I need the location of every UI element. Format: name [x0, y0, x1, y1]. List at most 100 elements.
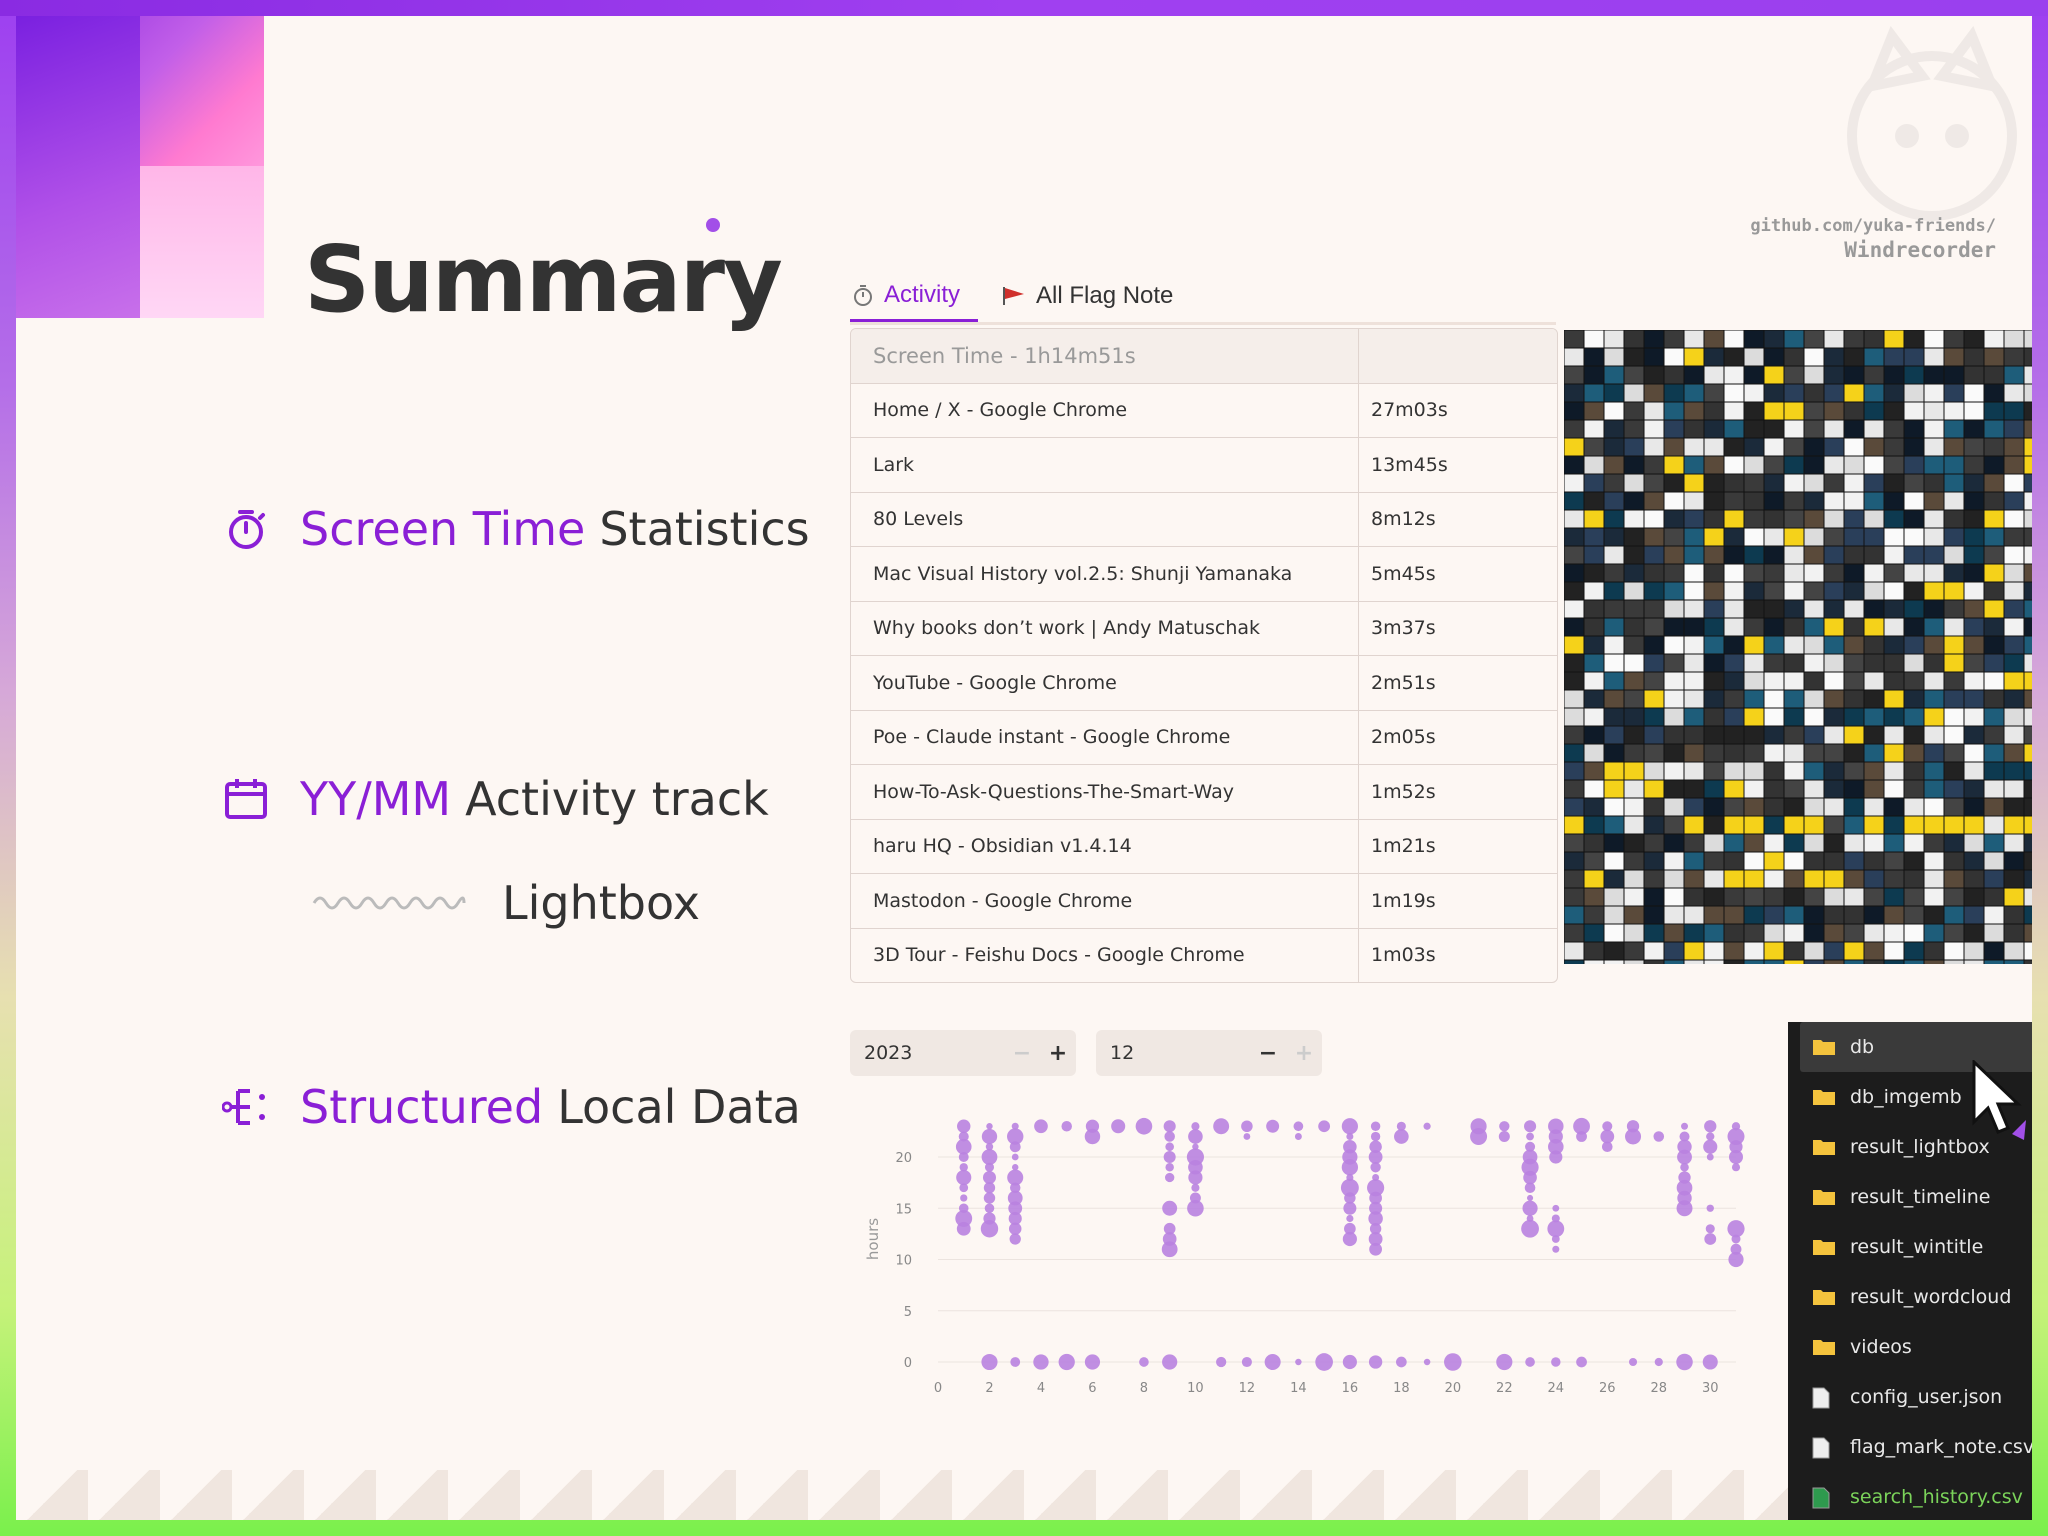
- lightbox-thumbnail: [1684, 852, 1704, 870]
- lightbox-thumbnail: [1664, 402, 1684, 420]
- lightbox-thumbnail: [1844, 420, 1864, 438]
- lightbox-thumbnail: [1604, 474, 1624, 492]
- lightbox-thumbnail: [1904, 384, 1924, 402]
- lightbox-thumbnail: [1804, 942, 1824, 960]
- lightbox-thumbnail: [1884, 330, 1904, 348]
- lightbox-thumbnail: [1904, 672, 1924, 690]
- lightbox-thumbnail: [1844, 690, 1864, 708]
- activity-scatter-chart: 051015200 2 4 6 8 10 12 14 16 18 20 22 24 26 28 30hours: [864, 1117, 1745, 1396]
- activity-point: [1165, 1172, 1175, 1183]
- lightbox-thumbnail: [1644, 798, 1664, 816]
- lightbox-thumbnail: [1944, 960, 1964, 964]
- activity-point: [1653, 1131, 1665, 1142]
- activity-point: [1525, 1357, 1535, 1367]
- lightbox-thumbnail: [2004, 816, 2024, 834]
- lightbox-thumbnail: [1844, 708, 1864, 726]
- lightbox-thumbnail: [1684, 960, 1704, 964]
- file-item[interactable]: search_history.csv: [1788, 1472, 2032, 1520]
- lightbox-thumbnail: [1944, 798, 1964, 816]
- lightbox-thumbnail: [1884, 708, 1904, 726]
- lightbox-thumbnail: [1824, 906, 1844, 924]
- year-value: 2023: [864, 1042, 913, 1064]
- lightbox-thumbnail: [1944, 888, 1964, 906]
- lightbox-thumbnail: [1604, 762, 1624, 780]
- lightbox-thumbnail: [2024, 546, 2032, 564]
- lightbox-thumbnail: [1784, 474, 1804, 492]
- lightbox-thumbnail: [1964, 348, 1984, 366]
- lightbox-thumbnail: [1984, 348, 2004, 366]
- file-item[interactable]: flag_mark_note.csv: [1788, 1422, 2032, 1472]
- year-increment-button[interactable]: +: [1040, 1041, 1076, 1066]
- lightbox-thumbnail: [1764, 582, 1784, 600]
- lightbox-thumbnail: [1824, 798, 1844, 816]
- lightbox-thumbnail: [1884, 744, 1904, 762]
- lightbox-thumbnail: [1704, 420, 1724, 438]
- lightbox-thumbnail: [1844, 798, 1864, 816]
- lightbox-thumbnail: [1604, 708, 1624, 726]
- month-input[interactable]: 12 − +: [1096, 1030, 1322, 1076]
- lightbox-thumbnail: [1744, 510, 1764, 528]
- lightbox-thumbnail: [1904, 726, 1924, 744]
- year-decrement-button[interactable]: −: [1004, 1041, 1040, 1066]
- lightbox-thumbnail: [1824, 402, 1844, 420]
- tab-all-flag-note[interactable]: All Flag Note: [1000, 270, 1183, 322]
- lightbox-thumbnail: [1984, 798, 2004, 816]
- file-item[interactable]: result_timeline: [1788, 1172, 2032, 1222]
- lightbox-thumbnail: [1804, 402, 1824, 420]
- tab-activity[interactable]: Activity: [850, 270, 979, 322]
- activity-point: [1702, 1354, 1718, 1370]
- slide-title: Summary: [304, 226, 783, 333]
- lightbox-thumbnail: [1844, 942, 1864, 960]
- lightbox-thumbnail: [1804, 582, 1824, 600]
- year-input[interactable]: 2023 − +: [850, 1030, 1076, 1076]
- lightbox-thumbnail: [1564, 564, 1584, 582]
- lightbox-thumbnail: [1784, 402, 1804, 420]
- lightbox-thumbnail: [1604, 798, 1624, 816]
- lightbox-thumbnail: [1724, 942, 1744, 960]
- lightbox-thumbnail-grid[interactable]: [1564, 330, 2032, 964]
- month-decrement-button[interactable]: −: [1250, 1041, 1286, 1066]
- lightbox-thumbnail: [1964, 420, 1984, 438]
- x-tick-label: 14: [1290, 1381, 1307, 1396]
- lightbox-thumbnail: [2024, 564, 2032, 582]
- file-item[interactable]: result_wintitle: [1788, 1222, 2032, 1272]
- file-item[interactable]: videos: [1788, 1322, 2032, 1372]
- folder-icon: [1812, 1237, 1836, 1257]
- lightbox-thumbnail: [1644, 330, 1664, 348]
- x-tick-label: 0: [934, 1381, 942, 1396]
- lightbox-thumbnail: [1984, 618, 2004, 636]
- lightbox-thumbnail: [1884, 924, 1904, 942]
- lightbox-thumbnail: [1604, 834, 1624, 852]
- lightbox-thumbnail: [2004, 852, 2024, 870]
- y-tick-label: 0: [904, 1356, 912, 1371]
- month-increment-button[interactable]: +: [1286, 1041, 1322, 1066]
- lightbox-thumbnail: [1984, 708, 2004, 726]
- file-item[interactable]: config_user.json: [1788, 1372, 2032, 1422]
- file-item[interactable]: result_wordcloud: [1788, 1272, 2032, 1322]
- y-tick-label: 20: [895, 1151, 912, 1166]
- lightbox-thumbnail: [1884, 384, 1904, 402]
- lightbox-thumbnail: [1844, 582, 1864, 600]
- lightbox-thumbnail: [1904, 852, 1924, 870]
- lightbox-thumbnail: [1744, 330, 1764, 348]
- lightbox-thumbnail: [1764, 870, 1784, 888]
- lightbox-thumbnail: [1684, 798, 1704, 816]
- lightbox-thumbnail: [1624, 528, 1644, 546]
- lightbox-thumbnail: [1804, 366, 1824, 384]
- lightbox-thumbnail: [1984, 654, 2004, 672]
- lightbox-thumbnail: [1944, 420, 1964, 438]
- lightbox-thumbnail: [1844, 636, 1864, 654]
- activity-point: [1547, 1220, 1565, 1238]
- lightbox-thumbnail: [1624, 870, 1644, 888]
- feature-text: Statistics: [599, 502, 810, 556]
- lightbox-thumbnail: [1904, 402, 1924, 420]
- lightbox-thumbnail: [1784, 960, 1804, 964]
- lightbox-thumbnail: [1704, 348, 1724, 366]
- lightbox-thumbnail: [1764, 510, 1784, 528]
- lightbox-thumbnail: [1704, 582, 1724, 600]
- lightbox-thumbnail: [1944, 366, 1964, 384]
- lightbox-thumbnail: [1824, 438, 1844, 456]
- lightbox-thumbnail: [1824, 618, 1844, 636]
- file-name: videos: [1850, 1336, 1912, 1358]
- lightbox-thumbnail: [1644, 636, 1664, 654]
